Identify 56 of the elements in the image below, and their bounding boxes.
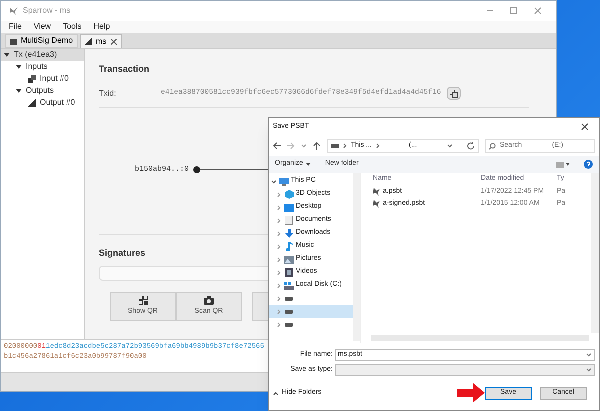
menu-item[interactable]: File [9,21,22,33]
view-options-icon[interactable] [556,162,570,168]
download-icon [284,229,294,238]
folder-icon [10,38,17,44]
film-icon [284,268,294,277]
tree-item[interactable]: Inputs [1,61,84,73]
window-title: Sparrow - ms [23,5,71,17]
menu-item[interactable]: Tools [63,21,82,33]
nav-item[interactable] [269,305,353,318]
section-heading: Signatures [99,246,146,260]
document-icon [284,216,294,225]
wallet-icon [85,38,92,45]
qr-code-icon [138,296,148,305]
tab[interactable]: MultiSig Demo [5,34,78,48]
cube-icon [284,190,294,199]
menu-item[interactable]: Help [94,21,110,33]
caret-icon [273,390,279,396]
caret-icon[interactable] [301,143,307,149]
up-icon[interactable] [313,142,321,150]
tree-item[interactable]: Input #0 [1,73,84,85]
chevron-icon[interactable] [271,178,277,184]
caret-icon [306,162,312,166]
tree-item[interactable]: Outputs [1,85,84,97]
chevron-icon [343,143,347,149]
tree-item[interactable]: Tx (e41ea3) [1,49,84,61]
search-icon [489,142,496,150]
tree-item[interactable]: Output #0 [1,97,84,109]
help-icon[interactable] [584,160,593,169]
forward-icon[interactable] [287,142,295,150]
refresh-icon[interactable] [467,142,475,150]
tab-label: ms [96,36,107,48]
close-icon[interactable] [581,123,589,131]
tab-label: MultiSig Demo [21,35,74,47]
image-icon [284,256,294,264]
field-label: Txid: [99,88,118,100]
close-icon[interactable] [110,38,117,44]
save-type-field[interactable] [335,364,595,376]
bird-icon [9,6,19,16]
computer-icon [279,178,289,186]
copy-button[interactable] [447,87,462,100]
music-note-icon [284,242,294,251]
disk-icon [284,282,294,290]
back-icon[interactable] [273,142,281,150]
arrow-icon [457,383,485,403]
caret-icon [586,352,592,358]
send-icon [28,99,36,107]
expander-icon[interactable] [16,88,22,94]
caret-icon [586,367,592,373]
section-heading: Transaction [99,63,151,76]
menu-item[interactable]: View [34,21,52,33]
folder-icon [284,204,294,212]
tab[interactable]: ms [80,34,122,48]
drive-icon [331,144,339,148]
camera-icon [204,296,214,305]
caret-icon[interactable] [447,143,453,149]
chevron-icon [376,143,380,149]
